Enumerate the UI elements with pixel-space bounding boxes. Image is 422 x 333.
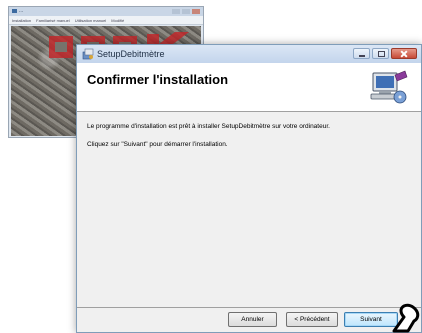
bg-close-icon[interactable] <box>192 9 200 14</box>
dialog-body: Le programme d'installation est prêt à i… <box>77 112 421 309</box>
page-title: Confirmer l'installation <box>87 72 229 87</box>
mouse-cursor-icon <box>392 303 420 333</box>
background-window-title: ... <box>19 8 24 14</box>
setup-dialog: SetupDebitmètre Confirmer l'installation… <box>76 44 422 333</box>
dialog-titlebar[interactable]: SetupDebitmètre <box>77 45 421 63</box>
close-icon[interactable] <box>391 48 417 59</box>
maximize-icon[interactable] <box>372 48 389 59</box>
bg-minimize-icon[interactable] <box>172 9 180 14</box>
bg-menu-item[interactable]: Modifié <box>111 18 124 23</box>
background-window-controls <box>172 9 200 14</box>
instruction-message: Cliquez sur "Suivant" pour démarrer l'in… <box>87 141 228 148</box>
dialog-window-controls <box>353 48 417 59</box>
background-window-titlebar: ... <box>9 7 203 16</box>
bg-menu-item[interactable]: Familiarisé manuel <box>36 18 70 23</box>
dialog-header-banner: Confirmer l'installation <box>77 63 421 112</box>
dialog-footer: Annuler < Précédent Suivant <box>77 307 421 332</box>
setup-app-icon <box>82 48 94 60</box>
bg-maximize-icon[interactable] <box>182 9 190 14</box>
previous-button[interactable]: < Précédent <box>286 312 338 327</box>
background-window-menubar: Installation Familiarisé manuel Utilisat… <box>9 16 203 25</box>
ready-message: Le programme d'installation est prêt à i… <box>87 123 330 130</box>
browser-app-icon <box>12 9 17 13</box>
bg-menu-item[interactable]: Utilisation manuel <box>75 18 107 23</box>
bg-menu-item[interactable]: Installation <box>12 18 31 23</box>
computer-install-icon <box>370 70 408 104</box>
cancel-button[interactable]: Annuler <box>228 312 277 327</box>
dialog-title: SetupDebitmètre <box>97 49 165 59</box>
minimize-icon[interactable] <box>353 48 370 59</box>
